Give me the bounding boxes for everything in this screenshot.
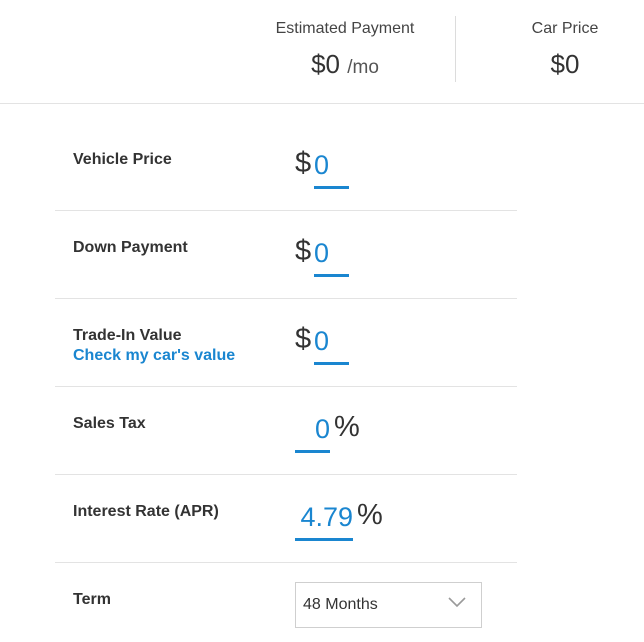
down-payment-input[interactable] bbox=[314, 233, 349, 277]
down-payment-row: Down Payment $ bbox=[55, 211, 517, 299]
estimated-payment-label: Estimated Payment bbox=[275, 20, 415, 37]
trade-in-input[interactable] bbox=[314, 321, 349, 365]
estimated-payment-unit: /mo bbox=[347, 57, 379, 78]
check-car-value-link[interactable]: Check my car's value bbox=[73, 347, 235, 365]
term-label: Term bbox=[73, 591, 111, 608]
vehicle-price-row: Vehicle Price $ bbox=[55, 123, 517, 211]
trade-in-currency: $ bbox=[295, 323, 312, 355]
term-selected-value: 48 Months bbox=[303, 596, 378, 613]
interest-rate-label: Interest Rate (APR) bbox=[73, 503, 219, 520]
interest-rate-input[interactable] bbox=[295, 497, 353, 541]
payment-summary: Estimated Payment $0 /mo Car Price $0 bbox=[0, 0, 644, 104]
car-price-label: Car Price bbox=[531, 20, 599, 37]
interest-rate-percent: % bbox=[357, 499, 383, 531]
loan-form: Vehicle Price $ Down Payment $ Trade-In … bbox=[55, 123, 517, 642]
sales-tax-label: Sales Tax bbox=[73, 415, 146, 432]
sales-tax-input[interactable] bbox=[295, 409, 330, 453]
vehicle-price-label: Vehicle Price bbox=[73, 151, 172, 168]
term-row: Term 48 Months bbox=[55, 563, 517, 642]
summary-divider bbox=[455, 16, 456, 82]
trade-in-label: Trade-In Value bbox=[73, 327, 182, 344]
car-price-value: $0 bbox=[550, 49, 580, 79]
term-select[interactable]: 48 Months bbox=[295, 582, 482, 628]
interest-rate-row: Interest Rate (APR) % bbox=[55, 475, 517, 563]
down-payment-currency: $ bbox=[295, 235, 312, 267]
estimated-payment-amount: $0 bbox=[311, 49, 340, 79]
sales-tax-percent: % bbox=[334, 411, 360, 443]
vehicle-price-input[interactable] bbox=[314, 145, 349, 189]
sales-tax-row: Sales Tax % bbox=[55, 387, 517, 475]
trade-in-row: Trade-In Value Check my car's value $ bbox=[55, 299, 517, 387]
chevron-down-icon bbox=[448, 597, 466, 608]
estimated-payment-value: $0 /mo bbox=[245, 49, 445, 80]
down-payment-label: Down Payment bbox=[73, 239, 188, 256]
vehicle-price-currency: $ bbox=[295, 147, 312, 179]
